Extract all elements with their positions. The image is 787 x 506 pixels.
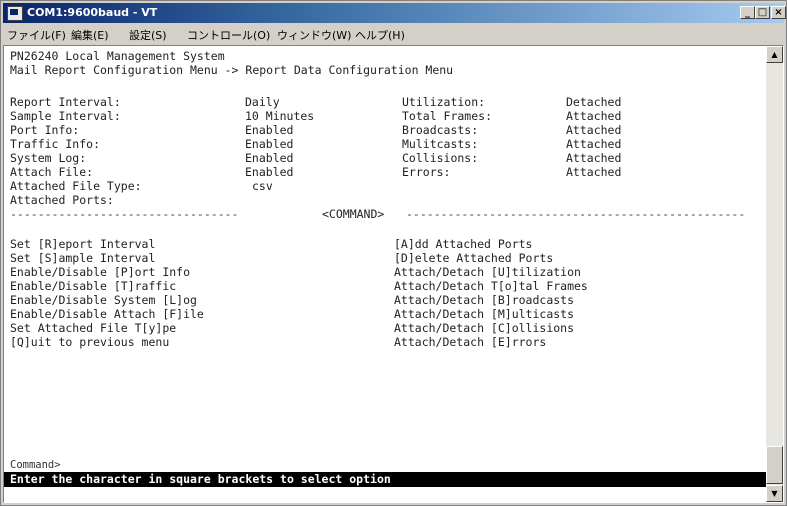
setting-label: Collisions: [402,151,479,165]
command-collisions[interactable]: Attach/Detach [C]ollisions [394,321,574,335]
setting-value: Attached [566,137,622,151]
command-utilization[interactable]: Attach/Detach [U]tilization [394,265,581,279]
command-port-info[interactable]: Enable/Disable [P]ort Info [10,265,190,279]
command-quit[interactable]: [Q]uit to previous menu [10,335,169,349]
scroll-thumb[interactable] [766,446,783,484]
window-title: COM1:9600baud - VT [27,6,158,19]
close-button[interactable]: × [771,6,786,19]
menu-help[interactable]: ヘルプ(H) [355,27,405,43]
setting-value: Enabled [245,151,294,165]
command-row: Enable/Disable Attach [F]ile Attach/Deta… [10,307,574,321]
status-text: Enter the character in square brackets t… [10,472,391,486]
menu-edit[interactable]: 編集(E) [71,27,109,43]
status-line: Enter the character in square brackets t… [4,472,766,487]
menu-control[interactable]: コントロール(O) [187,27,270,43]
command-sample-interval[interactable]: Set [S]ample Interval [10,251,155,265]
command-system-log[interactable]: Enable/Disable System [L]og [10,293,197,307]
command-row: Enable/Disable [P]ort Info Attach/Detach… [10,265,581,279]
setting-row: Attached File Type: csv [10,179,273,193]
title-bar[interactable]: COM1:9600baud - VT _ □ × [3,3,786,23]
terminal-app-icon [7,6,23,21]
setting-label: Errors: [402,165,451,179]
setting-value: Attached [566,109,622,123]
setting-row: Attach File: Enabled Errors: Attached [10,165,621,179]
command-divider-label: <COMMAND> [322,207,385,221]
command-report-interval[interactable]: Set [R]eport Interval [10,237,155,251]
setting-label: Broadcasts: [402,123,479,137]
setting-value: csv [252,179,273,193]
command-row: Set Attached File T[y]pe Attach/Detach [… [10,321,574,335]
setting-label: Attached File Type: [10,179,142,193]
setting-label: Utilization: [402,95,486,109]
command-row: Enable/Disable [T]raffic Attach/Detach T… [10,279,588,293]
setting-label: Sample Interval: [10,109,121,123]
setting-label: Attach File: [10,165,94,179]
setting-row: Traffic Info: Enabled Mulitcasts: Attach… [10,137,621,151]
command-delete-ports[interactable]: [D]elete Attached Ports [394,251,553,265]
setting-row: Report Interval: Daily Utilization: Deta… [10,95,621,109]
command-attach-file[interactable]: Enable/Disable Attach [F]ile [10,307,204,321]
setting-row: Attached Ports: [10,193,114,207]
command-row: [Q]uit to previous menu Attach/Detach [E… [10,335,546,349]
maximize-button[interactable]: □ [755,6,770,19]
command-broadcasts[interactable]: Attach/Detach [B]roadcasts [394,293,574,307]
scroll-up-icon[interactable]: ▲ [766,46,783,63]
setting-value: Detached [566,95,622,109]
scroll-down-icon[interactable]: ▼ [766,485,783,502]
setting-value: Enabled [245,137,294,151]
system-title: PN26240 Local Management System [10,49,225,63]
setting-value: Daily [245,95,280,109]
minimize-button[interactable]: _ [740,6,755,19]
setting-label: Attached Ports: [10,193,114,207]
command-row: Enable/Disable System [L]og Attach/Detac… [10,293,574,307]
menu-settings[interactable]: 設定(S) [129,27,167,43]
command-row: Set [S]ample Interval [D]elete Attached … [10,251,553,265]
setting-label: Report Interval: [10,95,121,109]
menu-bar: ファイル(F) 編集(E) 設定(S) コントロール(O) ウィンドウ(W) ヘ… [3,24,784,43]
setting-value: Enabled [245,123,294,137]
command-add-ports[interactable]: [A]dd Attached Ports [394,237,532,251]
menu-window[interactable]: ウィンドウ(W) [277,27,351,43]
terminal-window: COM1:9600baud - VT _ □ × ファイル(F) 編集(E) 設… [0,0,787,506]
setting-label: Port Info: [10,123,80,137]
command-prompt[interactable]: Command> [10,458,61,472]
menu-file[interactable]: ファイル(F) [7,27,66,43]
setting-value: Attached [566,165,622,179]
command-file-type[interactable]: Set Attached File T[y]pe [10,321,176,335]
terminal-frame: PN26240 Local Management System Mail Rep… [3,45,784,503]
setting-value: 10 Minutes [245,109,315,123]
vertical-scrollbar[interactable]: ▲ ▼ [766,46,783,502]
setting-row: Port Info: Enabled Broadcasts: Attached [10,123,621,137]
setting-row: System Log: Enabled Collisions: Attached [10,151,621,165]
setting-value: Attached [566,151,622,165]
setting-label: System Log: [10,151,87,165]
menu-breadcrumb: Mail Report Configuration Menu -> Report… [10,63,454,77]
setting-label: Total Frames: [402,109,493,123]
command-row: Set [R]eport Interval [A]dd Attached Por… [10,237,532,251]
command-errors[interactable]: Attach/Detach [E]rrors [394,335,546,349]
setting-label: Traffic Info: [10,137,101,151]
setting-value: Enabled [245,165,294,179]
setting-value: Attached [566,123,622,137]
command-traffic[interactable]: Enable/Disable [T]raffic [10,279,176,293]
command-multicasts[interactable]: Attach/Detach [M]ulticasts [394,307,574,321]
setting-label: Mulitcasts: [402,137,479,151]
command-total-frames[interactable]: Attach/Detach T[o]tal Frames [394,279,588,293]
terminal-screen[interactable]: PN26240 Local Management System Mail Rep… [4,46,766,502]
command-divider: --------------------------------- <COMMA… [10,207,746,221]
setting-row: Sample Interval: 10 Minutes Total Frames… [10,109,621,123]
